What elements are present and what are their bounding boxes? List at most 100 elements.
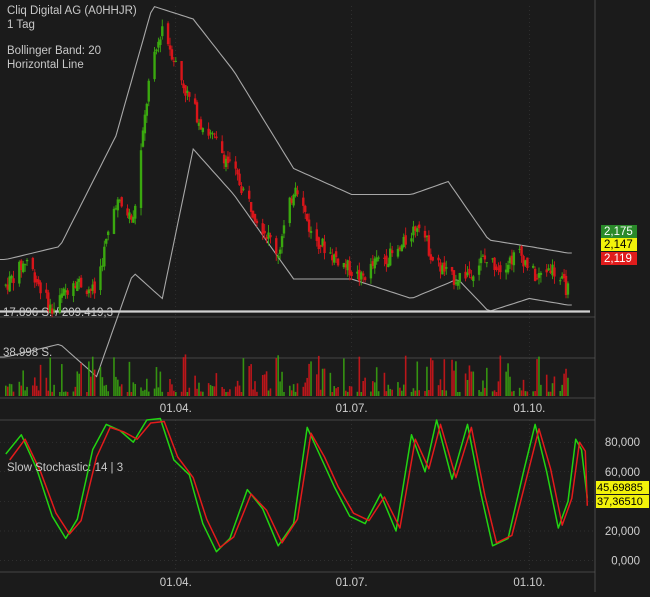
candle-body — [443, 262, 446, 272]
volume-bar — [486, 367, 488, 396]
candle-body — [188, 92, 191, 97]
x-tick-label: 01.04. — [160, 403, 192, 415]
candle-body — [93, 281, 96, 294]
chart-interval: 1 Tag — [7, 19, 35, 31]
candle-body — [215, 136, 218, 139]
volume-bar — [186, 391, 189, 396]
volume-bar — [51, 391, 53, 396]
volume-bar — [499, 355, 502, 396]
volume-bar — [142, 390, 144, 396]
candle-body — [304, 205, 307, 212]
volume-bar — [196, 388, 198, 396]
x-tick-label: 01.07. — [336, 577, 368, 589]
volume-bar — [491, 391, 494, 396]
volume-bar — [188, 387, 191, 396]
price-badge: 2,119 — [601, 252, 637, 265]
candle-body — [479, 257, 483, 264]
candle-body — [184, 85, 187, 96]
volume-bar — [453, 370, 455, 396]
volume-bar — [480, 391, 482, 396]
volume-bar — [296, 383, 299, 396]
candle-body — [363, 277, 367, 281]
volume-bar — [64, 391, 67, 396]
candle-body — [45, 289, 48, 293]
volume-bar — [443, 359, 446, 396]
volume-bar — [545, 374, 548, 396]
candle-body — [134, 205, 137, 219]
volume-bar — [184, 354, 187, 396]
candle-body — [485, 262, 489, 264]
volume-bar — [275, 358, 278, 396]
volume-bar — [484, 387, 486, 396]
candle-body — [23, 264, 27, 266]
volume-bar — [308, 363, 310, 396]
volume-bar — [107, 391, 109, 396]
volume-bar — [130, 391, 133, 396]
candle-body — [269, 235, 272, 238]
candle-body — [143, 114, 147, 134]
volume-bar — [507, 363, 509, 396]
x-tick-label: 01.07. — [336, 403, 368, 415]
volume-bar — [140, 387, 142, 396]
volume-bar — [248, 366, 251, 396]
stochastic-tick-label: 80,000 — [605, 437, 640, 449]
chart-svg: 4,0003,5003,0002,5002,0001,50001.04.01.0… — [0, 0, 650, 592]
volume-bar — [93, 369, 96, 396]
volume-bar — [62, 391, 65, 396]
candle-body — [323, 241, 326, 254]
indicator-hline-label: Horizontal Line — [7, 59, 84, 71]
candle-body — [147, 80, 150, 102]
volume-bar — [466, 379, 469, 396]
volume-bar — [375, 367, 378, 396]
volume-bar — [429, 357, 432, 396]
candle-body — [418, 224, 421, 229]
volume-bar — [346, 391, 349, 396]
candle-body — [276, 255, 280, 258]
stochastic-tick-label: 20,000 — [605, 526, 640, 538]
candle-body — [559, 280, 562, 282]
candle-body — [526, 257, 529, 269]
candle-body — [317, 237, 320, 250]
price-badge: 2,175 — [601, 225, 637, 238]
candle-body — [553, 267, 556, 277]
x-tick-label: 01.04. — [160, 577, 192, 589]
volume-bar — [155, 367, 158, 396]
volume-bar — [412, 388, 415, 396]
volume-bar — [72, 391, 75, 396]
candle-body — [220, 141, 224, 153]
candle-body — [180, 61, 183, 81]
volume-bar — [118, 386, 121, 396]
volume-bar — [66, 391, 69, 396]
volume-bar — [323, 368, 326, 396]
candle-body — [234, 161, 237, 169]
volume-bar — [198, 382, 200, 396]
volume-bar — [256, 391, 258, 396]
volume-bar — [26, 386, 28, 396]
volume-bar — [227, 391, 229, 396]
volume-bar — [428, 390, 430, 396]
volume-bar — [372, 381, 374, 396]
volume-bar — [335, 388, 337, 396]
volume-bar — [263, 374, 266, 396]
candle-body — [336, 258, 340, 266]
volume-bar — [331, 391, 334, 396]
candle-body — [145, 103, 149, 116]
volume-bar — [426, 366, 428, 396]
volume-bar — [161, 391, 164, 396]
volume-bar — [520, 390, 523, 396]
volume-bar — [254, 381, 256, 396]
candle-body — [170, 49, 174, 60]
volume-bar — [267, 390, 270, 396]
candle-body — [360, 272, 363, 280]
volume-bar — [89, 376, 92, 396]
volume-bar — [147, 391, 150, 396]
volume-bar — [126, 391, 129, 396]
volume-bar — [169, 378, 171, 396]
candle-body — [263, 230, 266, 234]
volume-bar — [24, 390, 26, 396]
volume-bar — [321, 368, 324, 396]
volume-bar — [182, 357, 185, 396]
volume-bar — [4, 385, 7, 396]
candle-body — [103, 246, 106, 267]
candle-body — [99, 266, 102, 291]
